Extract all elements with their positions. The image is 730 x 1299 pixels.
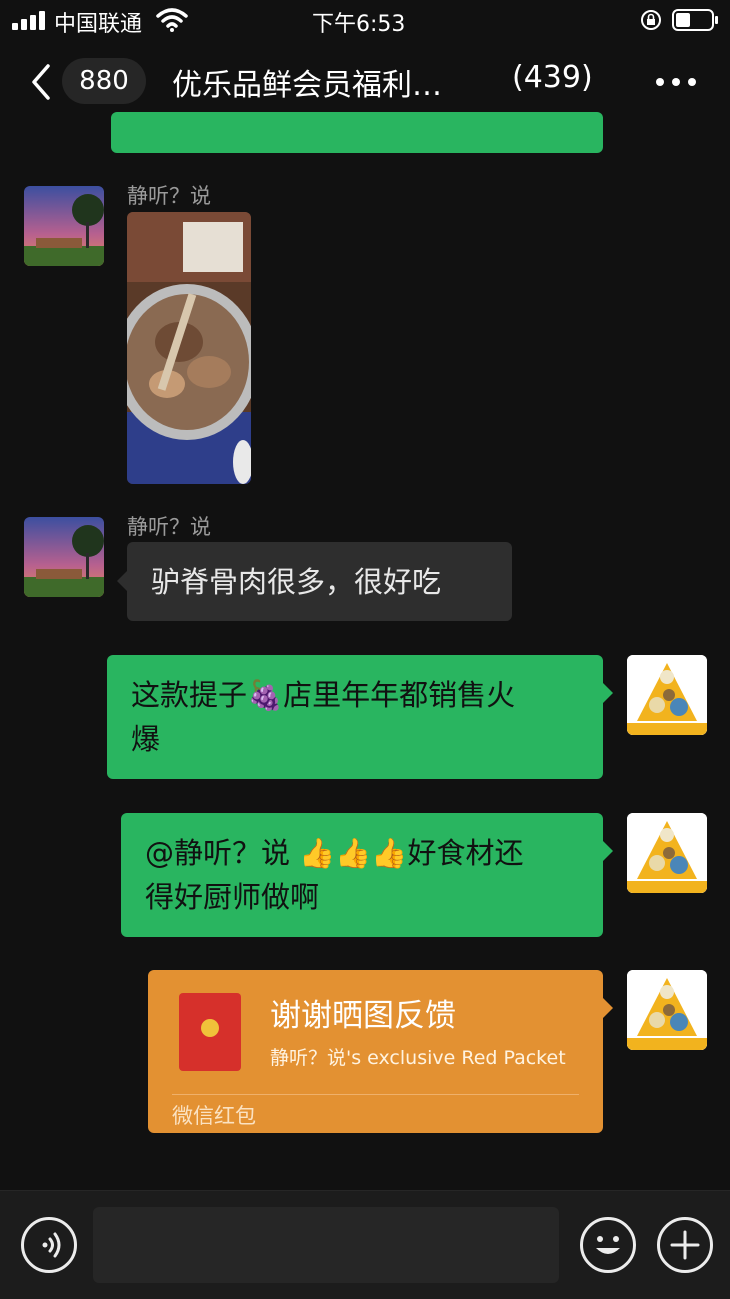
add-plus-icon[interactable] (657, 1217, 713, 1273)
member-count: (439) (512, 60, 593, 95)
input-bar (0, 1190, 730, 1299)
emoji-icon[interactable] (580, 1217, 636, 1273)
red-packet-footer: 微信红包 (172, 1104, 256, 1128)
red-envelope-icon (179, 993, 241, 1071)
message-bubble[interactable]: @静听？说 👍👍👍好食材还 得好厨师做啊 (121, 813, 613, 937)
chat-message-list[interactable]: 静听？说 静听？说 驴脊骨肉很多，很好吃 这款提子🍇店里年年都销售火 爆 @静听… (0, 112, 730, 1190)
shared-food-photo[interactable] (127, 212, 251, 484)
sender-name: 静听？说 (127, 184, 211, 208)
message-bubble[interactable]: 驴脊骨肉很多，很好吃 (117, 542, 512, 621)
sender-name: 静听？说 (127, 515, 211, 539)
message-text-line: 爆 (131, 722, 161, 756)
signal-bars-icon (12, 10, 46, 30)
own-avatar[interactable] (627, 813, 707, 893)
red-packet-title: 谢谢晒图反馈 (270, 998, 456, 1034)
message-text-line: 这款提子🍇店里年年都销售火 (131, 678, 516, 712)
red-packet-card[interactable]: 谢谢晒图反馈 静听？说's exclusive Red Packet 微信红包 (148, 970, 613, 1133)
voice-input-icon[interactable] (21, 1217, 77, 1273)
chat-header: 880 优乐品鲜会员福利… (439) (0, 44, 730, 122)
divider (172, 1094, 579, 1095)
unread-count-badge[interactable]: 880 (62, 58, 146, 104)
orientation-lock-icon (641, 10, 661, 30)
more-dots-icon[interactable] (656, 78, 696, 88)
avatar[interactable] (24, 186, 104, 266)
message-text-line: 得好厨师做啊 (145, 880, 320, 914)
own-avatar[interactable] (627, 970, 707, 1050)
chat-title: 优乐品鲜会员福利… (172, 68, 442, 103)
avatar[interactable] (24, 517, 104, 597)
chevron-left-icon[interactable] (28, 62, 54, 102)
own-avatar[interactable] (627, 655, 707, 735)
wifi-icon (156, 8, 188, 32)
status-time: 下午6:53 (312, 12, 406, 37)
message-bubble-partial[interactable] (111, 112, 603, 153)
carrier-label: 中国联通 (54, 12, 143, 37)
message-text: 驴脊骨肉很多，很好吃 (151, 565, 442, 599)
message-text-line: @静听？说 👍👍👍好食材还 (145, 836, 524, 870)
red-packet-subtitle: 静听？说's exclusive Red Packet (270, 1047, 566, 1069)
message-bubble[interactable]: 这款提子🍇店里年年都销售火 爆 (107, 655, 613, 779)
status-bar: 中国联通 下午6:53 (0, 0, 730, 40)
message-input[interactable] (93, 1207, 559, 1283)
battery-icon (672, 9, 718, 31)
